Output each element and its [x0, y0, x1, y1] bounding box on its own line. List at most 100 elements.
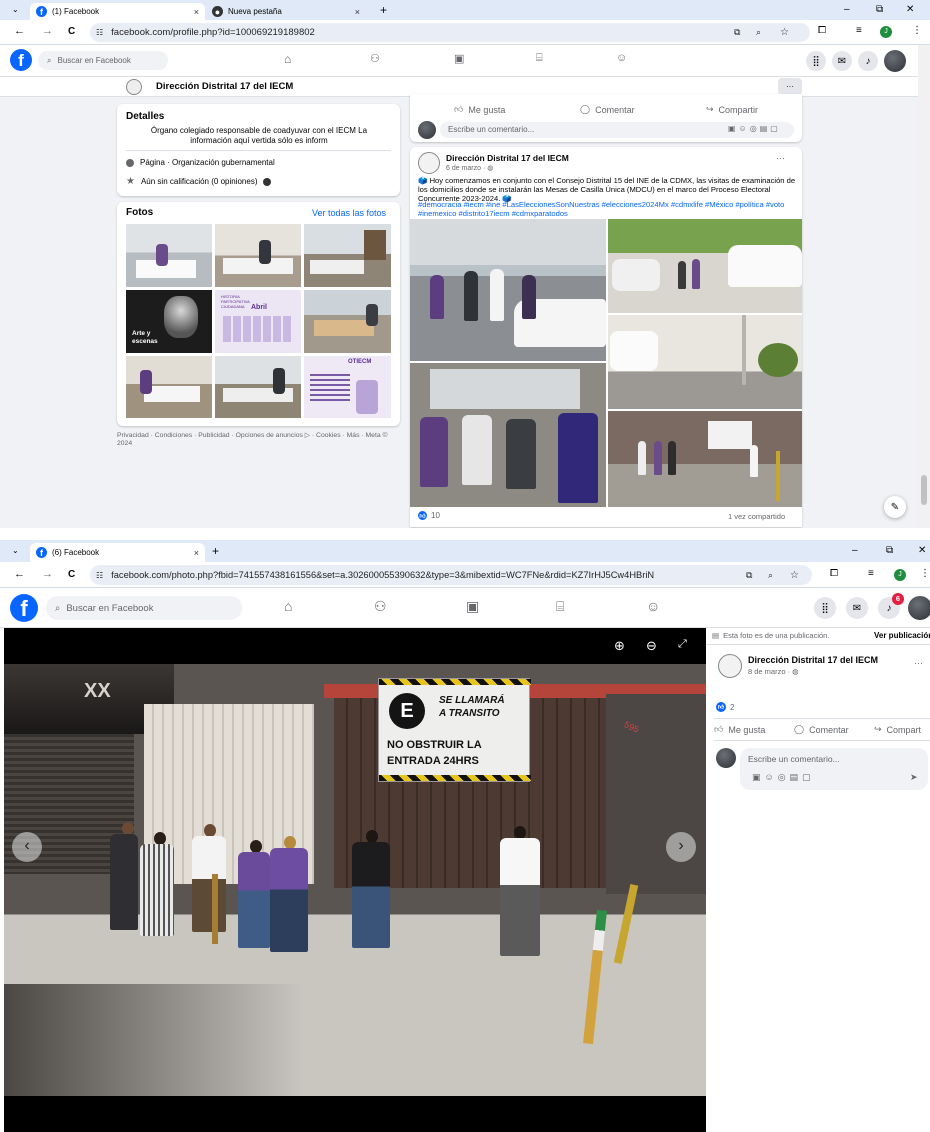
- like-button[interactable]: 👍︎ Me gusta: [714, 724, 765, 735]
- profile-avatar[interactable]: J: [880, 26, 892, 38]
- minimize-button[interactable]: –: [844, 4, 850, 15]
- post-reactions[interactable]: 👍︎ 10: [418, 511, 440, 520]
- page-more-button[interactable]: ···: [778, 78, 802, 95]
- new-message-button[interactable]: ✎: [884, 496, 906, 518]
- next-photo-button[interactable]: ›: [666, 832, 696, 862]
- photo-thumb-8[interactable]: [215, 356, 301, 418]
- account-avatar[interactable]: [884, 50, 906, 72]
- media-queue-icon[interactable]: ≡: [868, 568, 874, 579]
- tab-close-icon[interactable]: ×: [355, 7, 360, 17]
- zoom-out-icon[interactable]: ⊖: [646, 638, 657, 654]
- photo-thumb-7[interactable]: [126, 356, 212, 418]
- new-tab-button[interactable]: +: [380, 3, 387, 17]
- like-button[interactable]: 👍︎ Me gusta: [454, 104, 505, 115]
- comment-input[interactable]: Escribe un comentario... ▣☺◎▤▢ ➤: [740, 748, 928, 790]
- post-author[interactable]: Dirección Distrital 17 del IECM: [446, 153, 569, 163]
- rating-info-icon[interactable]: [263, 177, 272, 186]
- address-bar[interactable]: ☷ facebook.com/photo.php?fbid=7415574381…: [90, 565, 812, 585]
- marketplace-icon[interactable]: ⌸: [536, 52, 543, 65]
- video-icon[interactable]: ▣: [454, 52, 464, 65]
- extensions-icon[interactable]: ⧠: [830, 568, 838, 579]
- back-button[interactable]: ←: [14, 568, 25, 580]
- post-author-avatar[interactable]: [418, 152, 440, 174]
- reload-button[interactable]: C: [68, 26, 75, 37]
- new-tab-button[interactable]: +: [212, 544, 219, 558]
- bookmark-star-icon[interactable]: ☆: [780, 27, 789, 38]
- photo-thumb-3[interactable]: [304, 224, 391, 287]
- page-scrollbar[interactable]: [918, 45, 930, 528]
- marketplace-icon[interactable]: ⌸: [556, 598, 564, 615]
- fullscreen-icon[interactable]: ⤢: [678, 638, 687, 651]
- see-all-photos-link[interactable]: Ver todas las fotos: [312, 208, 386, 218]
- browser-menu-icon[interactable]: ⋮: [912, 25, 922, 36]
- site-info-icon[interactable]: ☷: [96, 28, 103, 37]
- tab-facebook[interactable]: f (6) Facebook ×: [30, 543, 205, 562]
- video-icon[interactable]: ▣: [466, 598, 479, 615]
- collage-photo-5[interactable]: [608, 411, 802, 507]
- search-input[interactable]: ⌕ Buscar en Facebook: [46, 596, 242, 620]
- tab-close-icon[interactable]: ×: [194, 7, 199, 17]
- post-date[interactable]: 8 de marzo ·: [748, 667, 790, 676]
- post-more-button[interactable]: ···: [776, 153, 785, 163]
- share-button[interactable]: ↪ Compartir: [706, 104, 758, 115]
- messenger-icon[interactable]: ✉: [832, 51, 852, 71]
- close-window-button[interactable]: ✕: [906, 4, 914, 15]
- tab-close-icon[interactable]: ×: [194, 548, 199, 558]
- site-info-icon[interactable]: ☷: [96, 571, 103, 580]
- forward-button[interactable]: →: [42, 568, 53, 580]
- share-button[interactable]: ↪ Compart: [874, 724, 921, 735]
- comment-tools-icons[interactable]: ▣☺◎▤▢: [752, 772, 815, 783]
- zoom-icon[interactable]: ⌕: [756, 27, 761, 38]
- menu-grid-icon[interactable]: ⣿: [814, 597, 836, 619]
- photo-thumb-ofi[interactable]: OTIECM: [304, 356, 391, 418]
- friends-icon[interactable]: ⚇: [374, 598, 387, 615]
- install-icon[interactable]: ⧉: [734, 27, 740, 38]
- post-hashtags[interactable]: #democracia #iecm #ine #LasEleccionesSon…: [418, 200, 798, 218]
- previous-photo-button[interactable]: ‹: [12, 832, 42, 862]
- comment-button[interactable]: ◯ Comentar: [794, 724, 849, 735]
- browser-menu-icon[interactable]: ⋮: [920, 568, 930, 579]
- facebook-logo-icon[interactable]: f: [10, 594, 38, 622]
- groups-icon[interactable]: ☺: [616, 52, 627, 64]
- address-bar[interactable]: ☷ facebook.com/profile.php?id=1000692191…: [90, 23, 810, 42]
- forward-button[interactable]: →: [42, 25, 53, 37]
- photo-thumb-6[interactable]: [304, 290, 391, 353]
- photo-thumb-abril[interactable]: HISTORIA PARTICIPATIVA CIUDADANA Abril: [215, 290, 301, 353]
- install-icon[interactable]: ⧉: [746, 570, 752, 581]
- see-publication-link[interactable]: Ver publicación: [874, 631, 930, 640]
- tab-new-tab[interactable]: ● Nueva pestaña ×: [206, 3, 366, 20]
- share-count[interactable]: 1 vez compartido: [728, 512, 785, 521]
- post-author[interactable]: Dirección Distrital 17 del IECM: [748, 655, 878, 665]
- groups-icon[interactable]: ☺: [646, 598, 660, 614]
- account-avatar[interactable]: [908, 596, 930, 620]
- tab-list-chevron-icon[interactable]: ⌄: [12, 546, 19, 555]
- zoom-icon[interactable]: ⌕: [768, 570, 773, 581]
- bookmark-star-icon[interactable]: ☆: [790, 570, 799, 581]
- restore-button[interactable]: ⧉: [876, 4, 883, 15]
- media-queue-icon[interactable]: ≡: [856, 25, 862, 36]
- tab-list-chevron-icon[interactable]: ⌄: [12, 5, 19, 14]
- photo-thumb-1[interactable]: [126, 224, 212, 287]
- post-date[interactable]: 6 de marzo ·: [446, 165, 485, 172]
- comment-input[interactable]: Escribe un comentario... ▣☺◎▤▢: [440, 122, 794, 138]
- zoom-in-icon[interactable]: ⊕: [614, 638, 625, 654]
- scroll-thumb[interactable]: [921, 475, 927, 505]
- search-input[interactable]: ⌕ Buscar en Facebook: [38, 51, 168, 70]
- home-icon[interactable]: ⌂: [284, 598, 292, 614]
- photo-thumb-2[interactable]: [215, 224, 301, 287]
- comment-tools-icons[interactable]: ▣☺◎▤▢: [728, 124, 781, 133]
- home-icon[interactable]: ⌂: [284, 52, 291, 66]
- collage-photo-1[interactable]: [410, 219, 606, 361]
- send-icon[interactable]: ➤: [910, 772, 918, 783]
- collage-photo-2[interactable]: [608, 219, 802, 313]
- restore-button[interactable]: ⧉: [886, 545, 893, 556]
- collage-photo-4[interactable]: [608, 315, 802, 409]
- post-author-avatar[interactable]: [718, 654, 742, 678]
- post-reactions[interactable]: 👍︎ 2: [716, 702, 734, 712]
- tab-facebook[interactable]: f (1) Facebook ×: [30, 3, 205, 20]
- post-more-button[interactable]: ···: [914, 658, 923, 668]
- notifications-icon[interactable]: ♪: [858, 51, 878, 71]
- facebook-logo-icon[interactable]: f: [10, 49, 32, 71]
- close-window-button[interactable]: ✕: [918, 545, 926, 556]
- menu-grid-icon[interactable]: ⣿: [806, 51, 826, 71]
